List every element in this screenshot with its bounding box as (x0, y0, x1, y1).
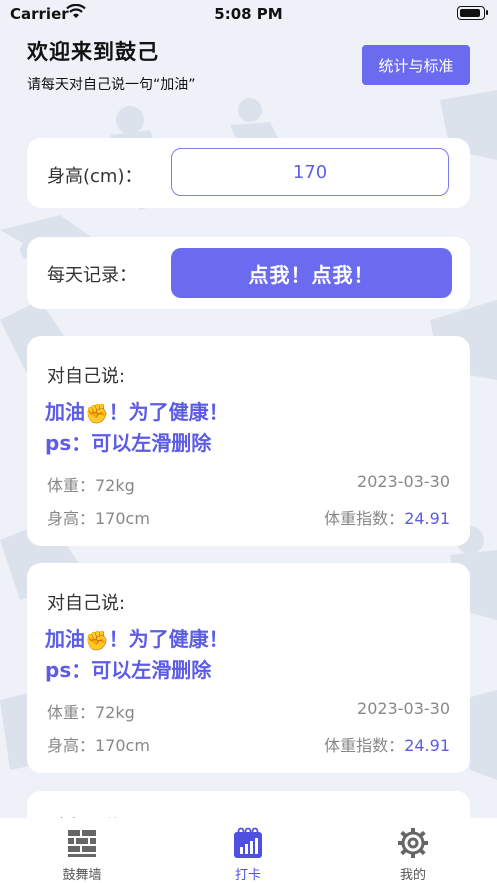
gear-icon (398, 828, 428, 858)
entry-weight: 体重：72kg (47, 703, 135, 722)
bmi-value: 24.91 (404, 509, 450, 528)
bmi-label: 体重指数： (324, 736, 405, 755)
message-hint: ps：可以左滑删除 (45, 431, 212, 455)
entry-date: 2023-03-30 (357, 472, 450, 491)
message-text: 加油 (45, 400, 85, 424)
tab-label: 打卡 (234, 868, 261, 883)
stats-standards-button[interactable]: 统计与标准 (362, 45, 470, 85)
record-entry[interactable]: 对自己说: 加油✊！为了健康！ ps：可以左滑删除 体重：72kg 2023-0… (27, 563, 470, 773)
record-label: 每天记录： (47, 265, 137, 286)
message-text-rest: ！为了健康！ (108, 627, 229, 651)
tab-label: 我的 (399, 868, 426, 883)
tab-bar: 鼓舞墙 打卡 我的 (0, 818, 497, 883)
page-header: 欢迎来到鼓己 请每天对自己说一句“加油” (27, 36, 196, 94)
message-text: 加油 (45, 627, 85, 651)
entry-bmi: 体重指数：24.91 (324, 505, 450, 529)
record-card: 每天记录： 点我！点我！ (27, 237, 470, 309)
entry-height: 身高：170cm (47, 736, 150, 755)
status-bar: Carrier 5:08 PM (0, 0, 497, 30)
tab-inspiration-wall[interactable]: 鼓舞墙 (32, 826, 132, 883)
height-card: 身高(cm)： (27, 138, 470, 208)
calendar-chart-icon (234, 827, 262, 858)
entry-message: 加油✊！为了健康！ ps：可以左滑删除 (45, 398, 229, 458)
clock-time: 5:08 PM (214, 5, 283, 23)
record-button[interactable]: 点我！点我！ (171, 248, 452, 298)
battery-icon (457, 6, 488, 20)
tab-checkin[interactable]: 打卡 (198, 826, 298, 883)
entry-message: 加油✊！为了健康！ ps：可以左滑删除 (45, 625, 229, 685)
tab-label: 鼓舞墙 (62, 868, 102, 883)
raised-fist-icon: ✊ (85, 630, 109, 652)
height-label: 身高(cm)： (47, 166, 143, 187)
height-input[interactable] (171, 148, 449, 196)
message-text-rest: ！为了健康！ (108, 400, 229, 424)
entry-height: 身高：170cm (47, 509, 150, 528)
entry-weight: 体重：72kg (47, 476, 135, 495)
bmi-label: 体重指数： (324, 509, 405, 528)
bmi-value: 24.91 (404, 736, 450, 755)
page-title: 欢迎来到鼓己 (27, 40, 159, 64)
raised-fist-icon: ✊ (85, 403, 109, 425)
brick-wall-icon (68, 830, 96, 857)
say-label: 对自己说: (47, 366, 126, 387)
entry-bmi: 体重指数：24.91 (324, 732, 450, 756)
page-subtitle: 请每天对自己说一句“加油” (27, 77, 196, 93)
entry-date: 2023-03-30 (357, 699, 450, 718)
tab-profile[interactable]: 我的 (363, 826, 463, 883)
record-entry[interactable]: 对自己说: 加油✊！为了健康！ ps：可以左滑删除 体重：72kg 2023-0… (27, 336, 470, 546)
message-hint: ps：可以左滑删除 (45, 658, 212, 682)
say-label: 对自己说: (47, 593, 126, 614)
